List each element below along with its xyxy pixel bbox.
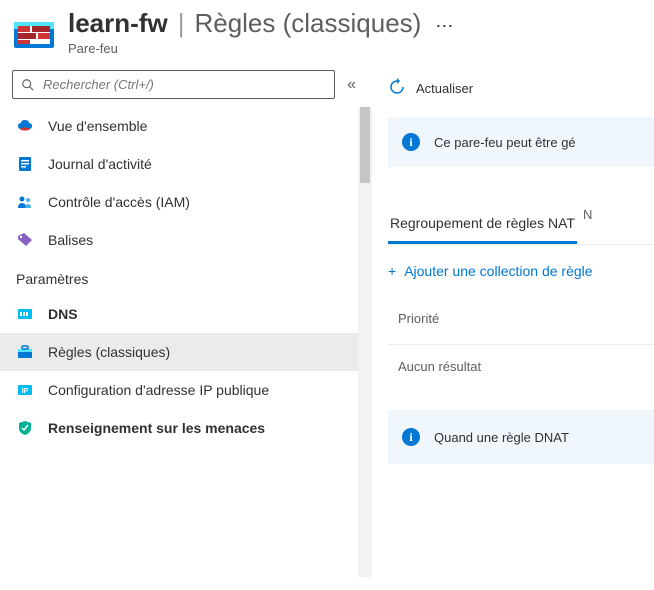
sidebar-item-activity-log[interactable]: Journal d'activité — [0, 145, 372, 183]
shield-icon — [16, 419, 34, 437]
title-separator: | — [178, 8, 185, 39]
search-icon — [21, 78, 35, 92]
sidebar-item-tags[interactable]: Balises — [0, 221, 372, 259]
section-title: Règles (classiques) — [194, 8, 421, 39]
add-link-label: Ajouter une collection de règle — [404, 263, 592, 279]
sidebar-item-label: Journal d'activité — [48, 156, 152, 172]
sidebar-item-label: DNS — [48, 306, 78, 322]
sidebar-item-label: Règles (classiques) — [48, 344, 170, 360]
more-menu-icon[interactable]: ⋯ — [431, 16, 453, 37]
sidebar-scrollbar[interactable] — [358, 107, 372, 577]
rule-tabs: Regroupement de règles NAT N — [388, 207, 654, 245]
info-banner-text: Ce pare-feu peut être gé — [434, 135, 576, 150]
people-icon — [16, 193, 34, 211]
plus-icon: + — [388, 263, 396, 279]
resource-type: Pare-feu — [68, 41, 642, 56]
tab-nat-rules[interactable]: Regroupement de règles NAT — [388, 207, 577, 244]
briefcase-icon — [16, 343, 34, 361]
refresh-label: Actualiser — [416, 81, 473, 96]
sidebar-item-ip-config[interactable]: IP Configuration d'adresse IP publique — [0, 371, 372, 409]
sidebar-item-overview[interactable]: Vue d'ensemble — [0, 107, 372, 145]
add-rule-collection-link[interactable]: + Ajouter une collection de règle — [388, 245, 654, 289]
info-banner-policy: i Ce pare-feu peut être gé — [388, 117, 654, 167]
resource-title: learn-fw — [68, 8, 168, 39]
sidebar-item-label: Contrôle d'accès (IAM) — [48, 194, 190, 210]
sidebar-item-label: Vue d'ensemble — [48, 118, 147, 134]
info-icon: i — [402, 428, 420, 446]
scrollbar-thumb[interactable] — [360, 107, 370, 183]
cloud-icon — [16, 117, 34, 135]
sidebar-item-threat-intel[interactable]: Renseignement sur les menaces — [0, 409, 372, 447]
log-icon — [16, 155, 34, 173]
sidebar: « Vue d'ensemble Journal d'activité Cont… — [0, 60, 372, 580]
search-input[interactable] — [43, 77, 326, 92]
search-box[interactable] — [12, 70, 335, 99]
main-content: Actualiser i Ce pare-feu peut être gé Re… — [372, 60, 654, 580]
sidebar-item-label: Balises — [48, 232, 93, 248]
ip-icon: IP — [16, 381, 34, 399]
tag-icon — [16, 231, 34, 249]
info-banner-dnat: i Quand une règle DNAT — [388, 410, 654, 464]
collapse-sidebar-button[interactable]: « — [343, 72, 360, 98]
firewall-icon — [12, 12, 56, 56]
sidebar-item-access-control[interactable]: Contrôle d'accès (IAM) — [0, 183, 372, 221]
sidebar-item-rules[interactable]: Règles (classiques) — [0, 333, 372, 371]
tab-partial[interactable]: N — [577, 207, 592, 244]
dns-icon — [16, 305, 34, 323]
column-header-priority[interactable]: Priorité — [388, 289, 654, 344]
svg-text:IP: IP — [22, 388, 29, 395]
sidebar-item-label: Renseignement sur les menaces — [48, 420, 265, 436]
sidebar-section-parameters: Paramètres — [0, 259, 372, 295]
refresh-icon — [388, 78, 406, 99]
page-header: learn-fw | Règles (classiques) ⋯ Pare-fe… — [0, 0, 654, 60]
info-banner-text: Quand une règle DNAT — [434, 430, 569, 445]
table-empty-message: Aucun résultat — [388, 344, 654, 390]
info-icon: i — [402, 133, 420, 151]
sidebar-item-label: Configuration d'adresse IP publique — [48, 382, 269, 398]
sidebar-item-dns[interactable]: DNS — [0, 295, 372, 333]
refresh-button[interactable]: Actualiser — [388, 72, 654, 117]
